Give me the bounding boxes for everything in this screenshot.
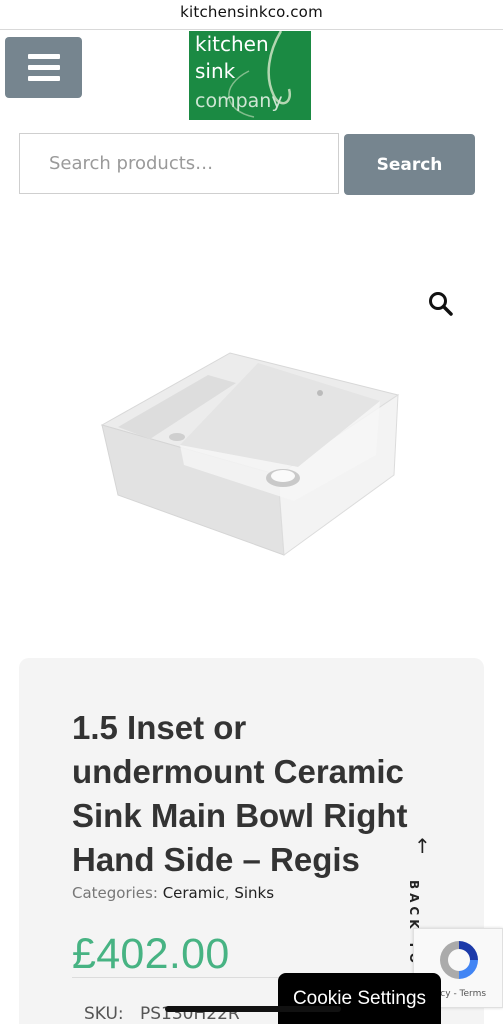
product-title: 1.5 Inset or undermount Ceramic Sink Mai… — [72, 709, 408, 878]
product-price: £402.00 — [72, 930, 230, 978]
browser-url-bar[interactable]: kitchensinkco.com — [0, 0, 503, 30]
search-button[interactable]: Search — [344, 134, 475, 195]
home-indicator — [165, 1006, 341, 1012]
category-link-sinks[interactable]: Sinks — [234, 884, 274, 902]
logo-text-company: company — [195, 90, 283, 112]
logo-text-kitchen: kitchen — [195, 32, 269, 56]
menu-button[interactable] — [5, 37, 82, 98]
sku-label: SKU: — [84, 1004, 124, 1024]
hamburger-icon — [27, 54, 60, 81]
category-link-ceramic[interactable]: Ceramic — [163, 884, 225, 902]
url-text: kitchensinkco.com — [180, 3, 323, 21]
magnifier-icon[interactable] — [428, 291, 454, 317]
logo-text-sink: sink — [195, 59, 236, 83]
recaptcha-icon — [440, 941, 478, 979]
product-categories: Categories: Ceramic, Sinks — [72, 884, 275, 902]
cookie-settings-button[interactable]: Cookie Settings — [278, 973, 441, 1024]
search-input[interactable] — [19, 133, 339, 194]
arrow-up-icon: ↑ — [414, 834, 431, 858]
categories-label: Categories: — [72, 884, 158, 902]
product-image[interactable] — [98, 345, 402, 565]
site-logo[interactable]: kitchen sink company — [189, 31, 311, 120]
